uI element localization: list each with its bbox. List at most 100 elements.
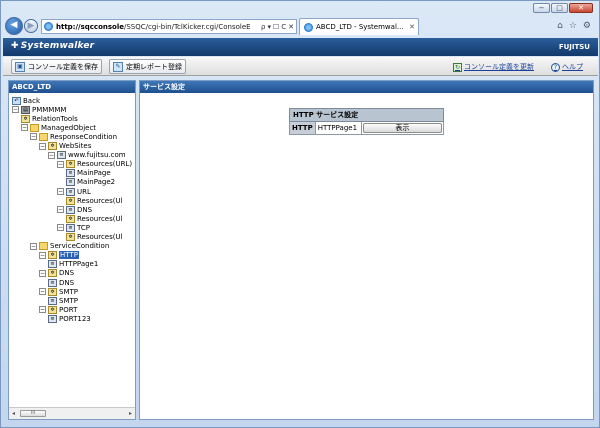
gear-icon: ✲ [48,251,57,260]
main-panel-title: サービス設定 [140,81,593,93]
scroll-left-icon[interactable]: ◂ [12,410,15,417]
tree-node-dns-leaf[interactable]: ≡ DNS [48,278,74,287]
collapse-toggle-icon[interactable]: − [30,242,37,250]
tree-node-resources-tcp[interactable]: ✲ Resources(Ul [66,233,123,242]
forward-button[interactable]: ▶ [24,19,38,33]
compat-view-icon[interactable]: ☐ [273,23,279,31]
tree-node-pmmmmm[interactable]: − ▤ PMMMMM [12,105,66,114]
table-caption: HTTP サービス設定 [289,108,444,122]
page-icon: ≡ [48,296,57,305]
tree-node-smtp[interactable]: − ✲ SMTP [39,287,78,296]
service-settings-table: HTTP サービス設定 HTTP HTTPPage1 表示 [289,108,445,135]
tree-node-managedobject[interactable]: − ManagedObject [21,123,96,132]
scroll-right-icon[interactable]: ▸ [129,410,132,417]
window-titlebar: − □ ✕ [1,1,599,15]
help-link[interactable]: ? ヘルプ [551,62,583,72]
tab-ie-icon [304,22,313,32]
toolbar: ▣ コンソール定義を保存 ✎ 定期レポート登録 ↻ コンソール定義を更新 ? ヘ… [3,57,598,76]
collapse-toggle-icon[interactable]: − [48,151,55,159]
minimize-button[interactable]: − [533,3,550,13]
home-icon[interactable]: ⌂ [557,21,563,31]
scroll-thumb[interactable]: III [20,410,46,417]
tree-node-relationtools[interactable]: ✲ RelationTools [21,114,78,123]
tree-node-label: Resources(Ul [77,233,123,241]
tree-node-port[interactable]: − ✲ PORT [39,305,77,314]
tree-node-responsecondition[interactable]: − ResponseCondition [30,132,117,141]
tree-node-label: DNS [77,205,93,214]
collapse-toggle-icon[interactable]: − [21,124,28,132]
tree-node-tcp[interactable]: − ≡ TCP [57,223,90,232]
maximize-button[interactable]: □ [551,3,568,13]
gear-icon: ✲ [48,269,57,278]
page-icon: ≡ [48,278,57,287]
back-icon: ↶ [12,96,21,105]
stop-icon[interactable]: ✕ [288,23,294,31]
main-panel: サービス設定 HTTP サービス設定 HTTP HTTPPage1 表示 [139,80,594,420]
save-icon: ▣ [15,61,25,72]
update-console-link[interactable]: ↻ コンソール定義を更新 [453,62,534,72]
tree-node-label: SMTP [59,287,78,296]
tab-close-icon[interactable]: ✕ [406,23,418,31]
browser-tab[interactable]: ABCD_LTD - Systemwal... ✕ [299,18,419,35]
favorites-icon[interactable]: ☆ [569,21,577,31]
address-tools: ρ ▾ ☐ C ✕ [259,23,296,31]
tree-node-resources-url2[interactable]: ✲ Resources(Ul [66,196,123,205]
tree-node-mainpage2[interactable]: ≡ MainPage2 [66,178,115,187]
tree-node-dns[interactable]: − ✲ DNS [39,269,74,278]
help-icon: ? [551,62,560,72]
dropdown-icon[interactable]: ▾ [267,23,271,31]
save-console-button[interactable]: ▣ コンソール定義を保存 [11,59,102,74]
app-header: ✚ Systemwalker FUJITSU [3,38,598,56]
collapse-toggle-icon[interactable]: − [57,206,64,214]
gear-icon: ✲ [48,287,57,296]
browser-window: − □ ✕ ◀ ▶ http://sqcconsole/SSQC/cgi-bin… [0,0,600,428]
tree-node-url[interactable]: − ≡ URL [57,187,91,196]
tree-node-fujitsu[interactable]: − ≡ www.fujitsu.com [48,151,126,160]
collapse-toggle-icon[interactable]: − [57,224,64,232]
collapse-toggle-icon[interactable]: − [39,306,46,314]
collapse-toggle-icon[interactable]: − [12,106,19,114]
show-button[interactable]: 表示 [362,123,442,133]
horizontal-scrollbar[interactable]: ◂ III ▸ [9,407,135,419]
collapse-toggle-icon[interactable]: − [57,160,64,168]
tree-panel-title: ABCD_LTD [9,81,135,93]
tree-node-label: Resources(Ul [77,196,123,205]
tree-node-resources-dns[interactable]: ✲ Resources(Ul [66,214,123,223]
tree-node-label: Resources(Ul [77,214,123,223]
collapse-toggle-icon[interactable]: − [30,133,37,141]
collapse-toggle-icon[interactable]: − [39,251,46,259]
collapse-toggle-icon[interactable]: − [57,188,64,195]
back-button[interactable]: ◀ [5,17,23,35]
tree-node-resources-url[interactable]: − ✲ Resources(URL) [57,160,132,169]
tree-node-label: TCP [77,223,90,232]
tree-node-websites[interactable]: − ✲ WebSites [39,142,91,151]
tree-node-httppage1[interactable]: ≡ HTTPPage1 [48,260,98,269]
tree-node-label: ResponseCondition [50,132,118,141]
tree-node-label: DNS [59,269,75,278]
address-url[interactable]: http://sqcconsole/SSQC/cgi-bin/TclKicker… [56,23,259,31]
page-icon: ≡ [57,151,66,160]
tree-node-label: PORT [59,305,78,314]
collapse-toggle-icon[interactable]: − [39,288,46,296]
page-icon: ≡ [48,260,57,269]
tree-node-port123[interactable]: ≡ PORT123 [48,314,91,323]
tree-node-label: DNS [59,278,75,287]
tree-node-smtp-leaf[interactable]: ≡ SMTP [48,296,78,305]
search-icon[interactable]: ρ [261,23,265,31]
address-bar[interactable]: http://sqcconsole/SSQC/cgi-bin/TclKicker… [41,19,297,34]
register-report-button[interactable]: ✎ 定期レポート登録 [109,59,186,74]
tree-node-label: ManagedObject [41,123,97,132]
tree-node-servicecondition[interactable]: − ServiceCondition [30,242,109,251]
collapse-toggle-icon[interactable]: − [39,142,46,150]
navigation-tree: ↶ Back − ▤ PMMMMM ✲ RelationTools − ManagedObjec… [9,93,135,407]
close-window-button[interactable]: ✕ [569,3,593,13]
tree-node-mainpage[interactable]: ≡ MainPage [66,169,111,178]
browser-nav-row: ◀ ▶ http://sqcconsole/SSQC/cgi-bin/TclKi… [1,15,599,37]
tree-node-dns-site[interactable]: − ≡ DNS [57,205,92,214]
vendor-logo: FUJITSU [558,43,590,51]
collapse-toggle-icon[interactable]: − [39,269,46,277]
tree-node-http[interactable]: − ✲ HTTP [39,251,79,260]
settings-gear-icon[interactable]: ⚙ [583,21,591,31]
tree-node-back[interactable]: ↶ Back [12,96,40,105]
refresh-icon[interactable]: C [281,23,286,31]
